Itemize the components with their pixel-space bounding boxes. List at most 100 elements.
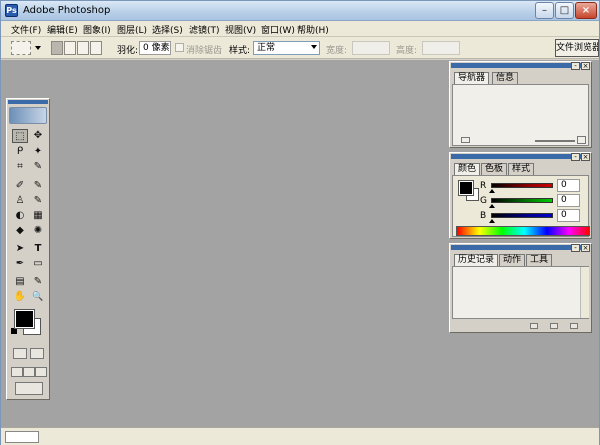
green-slider-thumb[interactable] — [489, 204, 495, 208]
palette-drag-bar[interactable] — [451, 154, 590, 159]
crop-tool-icon[interactable]: ⌗ — [12, 160, 28, 174]
menu-view[interactable]: 视图(V) — [225, 23, 256, 36]
move-tool-icon[interactable]: ✥ — [30, 129, 46, 143]
history-list[interactable] — [452, 266, 589, 319]
pen-tool-icon[interactable]: ✒ — [12, 257, 28, 271]
quick-mask-mode-icon[interactable] — [30, 348, 44, 359]
red-slider-thumb[interactable] — [489, 189, 495, 193]
photoshop-window: Ps Adobe Photoshop – □ × 文件(F) 编辑(E) 图象(… — [0, 0, 600, 445]
zoom-in-icon[interactable] — [577, 136, 586, 144]
photoshop-app-icon[interactable]: Ps — [5, 4, 18, 17]
zoom-slider[interactable] — [535, 140, 575, 142]
jump-to-imageready-icon[interactable] — [15, 382, 43, 395]
standard-screen-icon[interactable] — [11, 367, 23, 377]
green-value-input[interactable]: 0 — [557, 194, 580, 207]
healing-brush-tool-icon[interactable]: ✐ — [12, 179, 28, 193]
palette-close-icon[interactable]: × — [581, 153, 590, 161]
standard-mode-icon[interactable] — [13, 348, 27, 359]
hand-tool-icon[interactable]: ✋ — [12, 290, 28, 304]
antialias-checkbox[interactable] — [175, 43, 184, 52]
color-spectrum-ramp[interactable] — [456, 226, 590, 236]
intersect-selection-icon[interactable] — [90, 41, 102, 55]
menu-help[interactable]: 帮助(H) — [297, 23, 329, 36]
history-scrollbar[interactable] — [580, 267, 589, 318]
tab-swatches[interactable]: 色板 — [481, 163, 508, 175]
new-selection-icon[interactable] — [51, 41, 63, 55]
menu-window[interactable]: 窗口(W) — [261, 23, 295, 36]
full-screen-menu-icon[interactable] — [23, 367, 35, 377]
eyedropper-tool-icon[interactable]: ✎ — [30, 275, 46, 289]
red-slider[interactable] — [491, 183, 553, 188]
menu-image[interactable]: 图象(I) — [83, 23, 111, 36]
palette-minimize-icon[interactable]: - — [571, 62, 580, 70]
close-button[interactable]: × — [575, 2, 597, 19]
palette-drag-bar[interactable] — [451, 63, 590, 68]
gradient-tool-icon[interactable]: ▦ — [30, 209, 46, 223]
blur-tool-icon[interactable]: ◆ — [12, 224, 28, 238]
new-snapshot-icon[interactable] — [550, 323, 558, 329]
adobe-logo-icon[interactable] — [9, 107, 47, 124]
trash-icon[interactable] — [570, 323, 578, 329]
window-title: Adobe Photoshop — [23, 5, 111, 16]
color-panel-body: R 0 G 0 B 0 — [452, 175, 590, 237]
red-value-input[interactable]: 0 — [557, 179, 580, 192]
minimize-button[interactable]: – — [535, 2, 554, 19]
palette-minimize-icon[interactable]: - — [571, 244, 580, 252]
menu-layer[interactable]: 图层(L) — [117, 23, 147, 36]
slice-tool-icon[interactable]: ✎ — [30, 160, 46, 174]
foreground-color-swatch[interactable] — [14, 309, 35, 329]
dodge-tool-icon[interactable]: ✺ — [30, 224, 46, 238]
menu-edit[interactable]: 编辑(E) — [47, 23, 78, 36]
green-slider[interactable] — [491, 198, 553, 203]
lasso-tool-icon[interactable]: ᑭ — [12, 145, 28, 159]
menu-file[interactable]: 文件(F) — [11, 23, 41, 36]
zoom-tool-icon[interactable]: 🔍 — [30, 290, 46, 304]
full-screen-icon[interactable] — [35, 367, 47, 377]
blue-slider[interactable] — [491, 213, 553, 218]
tab-navigator[interactable]: 导航器 — [454, 72, 490, 84]
tab-color[interactable]: 颜色 — [454, 163, 481, 175]
file-browser-button[interactable]: 文件浏览器 — [555, 39, 599, 57]
palette-close-icon[interactable]: × — [581, 244, 590, 252]
notes-tool-icon[interactable]: ▤ — [12, 275, 28, 289]
height-input[interactable] — [422, 41, 460, 55]
tab-tools[interactable]: 工具 — [526, 254, 553, 266]
blue-value-input[interactable]: 0 — [557, 209, 580, 222]
path-selection-tool-icon[interactable]: ➤ — [12, 242, 28, 256]
tab-actions[interactable]: 动作 — [499, 254, 526, 266]
navigator-preview[interactable] — [452, 84, 589, 146]
tab-styles[interactable]: 样式 — [508, 163, 535, 175]
menu-filter[interactable]: 滤镜(T) — [189, 23, 220, 36]
palette-close-icon[interactable]: × — [581, 62, 590, 70]
default-colors-icon[interactable] — [11, 328, 17, 334]
options-bar: 羽化: 0 像素 消除锯齿 样式: 正常 宽度: 高度: — [1, 37, 599, 59]
title-bar[interactable]: Ps Adobe Photoshop – □ × — [1, 1, 599, 21]
new-document-from-state-icon[interactable] — [530, 323, 538, 329]
tab-history[interactable]: 历史记录 — [454, 254, 499, 266]
eraser-tool-icon[interactable]: ◐ — [12, 209, 28, 223]
marquee-tool-icon[interactable]: ⬚ — [12, 129, 28, 143]
width-input[interactable] — [352, 41, 390, 55]
type-tool-icon[interactable]: T — [30, 242, 46, 256]
feather-input[interactable]: 0 像素 — [139, 41, 171, 55]
blue-slider-thumb[interactable] — [489, 219, 495, 223]
toolbox-drag-bar[interactable] — [8, 100, 48, 104]
palette-drag-bar[interactable] — [451, 245, 590, 250]
tab-info[interactable]: 信息 — [492, 72, 519, 84]
color-palette: - × 颜色 色板 样式 R 0 G 0 B 0 — [449, 152, 592, 239]
clone-stamp-tool-icon[interactable]: ♙ — [12, 194, 28, 208]
rectangle-tool-icon[interactable]: ▭ — [30, 257, 46, 271]
subtract-selection-icon[interactable] — [77, 41, 89, 55]
marquee-preset-icon[interactable] — [11, 41, 31, 55]
maximize-button[interactable]: □ — [555, 2, 574, 19]
style-select[interactable]: 正常 — [253, 41, 320, 55]
toolbox: ⬚ ✥ ᑭ ✦ ⌗ ✎ ✐ ✎ ♙ ✎ ◐ ▦ ◆ ✺ ➤ T ✒ ▭ ▤ ✎ … — [6, 98, 50, 400]
palette-minimize-icon[interactable]: - — [571, 153, 580, 161]
add-selection-icon[interactable] — [64, 41, 76, 55]
preset-dropdown-arrow-icon[interactable] — [35, 46, 41, 50]
magic-wand-tool-icon[interactable]: ✦ — [30, 145, 46, 159]
history-brush-tool-icon[interactable]: ✎ — [30, 194, 46, 208]
brush-tool-icon[interactable]: ✎ — [30, 179, 46, 193]
menu-select[interactable]: 选择(S) — [152, 23, 183, 36]
zoom-out-icon[interactable] — [461, 137, 470, 143]
